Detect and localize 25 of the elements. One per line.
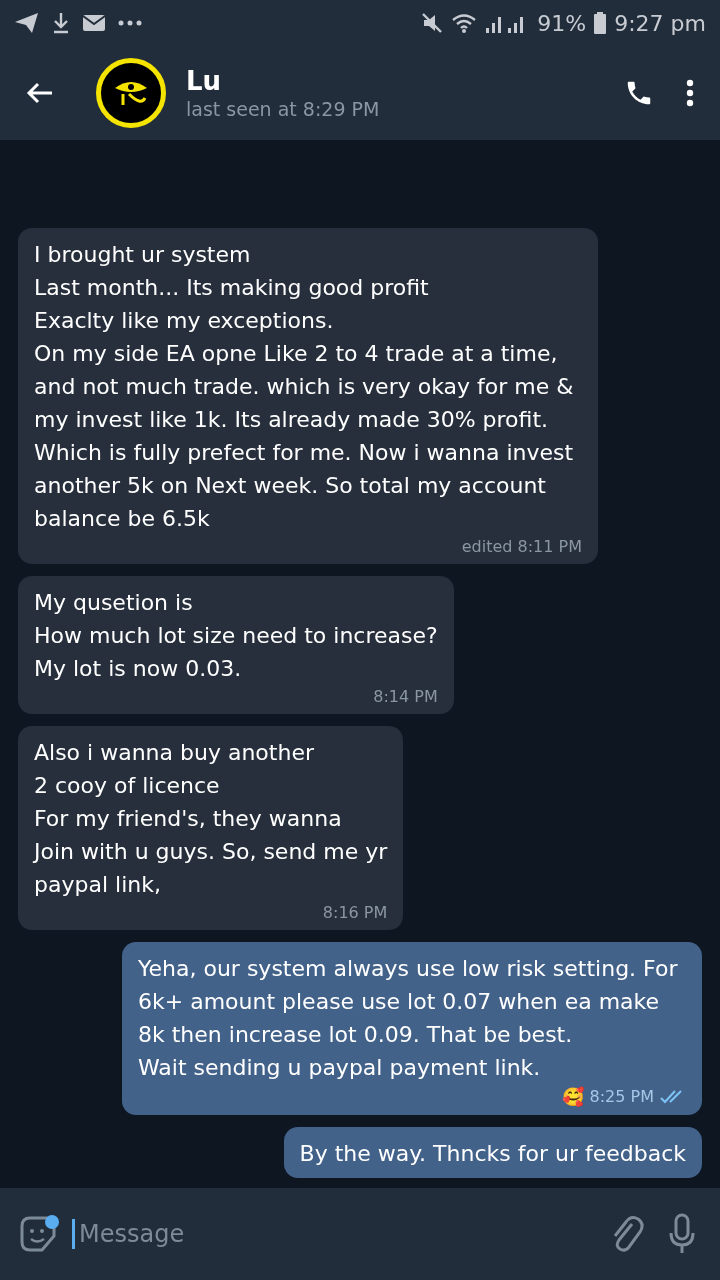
message-text: Yeha, our system always use low risk setting. For 6k+ amount please use lot 0.07 when ea make 8k then increase lot 0.09. That be best. Wait sending u paypal payment link. bbox=[138, 955, 679, 1082]
sticker-icon bbox=[18, 1214, 60, 1254]
reaction-emoji: 🥰 bbox=[561, 1086, 584, 1107]
message-time: edited 8:11 PM bbox=[461, 537, 582, 556]
message-time: 8:14 PM bbox=[373, 687, 438, 706]
microphone-icon bbox=[668, 1213, 696, 1255]
battery-icon bbox=[594, 12, 607, 34]
last-seen: last seen at 8:29 PM bbox=[186, 98, 381, 120]
message-text: By the way. Thncks for ur feedback bbox=[299, 1140, 686, 1168]
more-icon bbox=[118, 20, 142, 26]
message-text: I brought ur system Last month... Its making good profit Exaclty like my exceptions. On my side EA opne Like 2 to 4 trade at a time, and not much trade. which is very okay for me & my invest like 1k. Its already made 30% profit. Which is fully prefect for me. Now i wanna invest another 5k on Next week. So total my account balance be 6.5k bbox=[34, 241, 575, 533]
mail-icon bbox=[82, 14, 106, 32]
download-icon bbox=[52, 12, 70, 34]
message-time: 8:16 PM bbox=[322, 903, 388, 922]
battery-percent: 91% bbox=[537, 10, 587, 36]
wifi-icon bbox=[451, 12, 478, 34]
clock: 9:27 pm bbox=[614, 10, 706, 36]
send-icon bbox=[14, 12, 40, 34]
back-arrow-icon bbox=[26, 81, 54, 105]
mute-icon bbox=[421, 12, 444, 34]
kebab-menu-icon bbox=[686, 79, 694, 107]
message-time: 8:25 PM bbox=[589, 1087, 654, 1106]
contact-name: Lu bbox=[186, 66, 223, 96]
message-text: Also i wanna buy another 2 cooy of licence For my friend's, they wanna Join with u guys. So, send me yr paypal link, bbox=[34, 739, 388, 899]
message-text: My qusetion is How much lot size need to increase? My lot is now 0.03. bbox=[34, 589, 438, 683]
